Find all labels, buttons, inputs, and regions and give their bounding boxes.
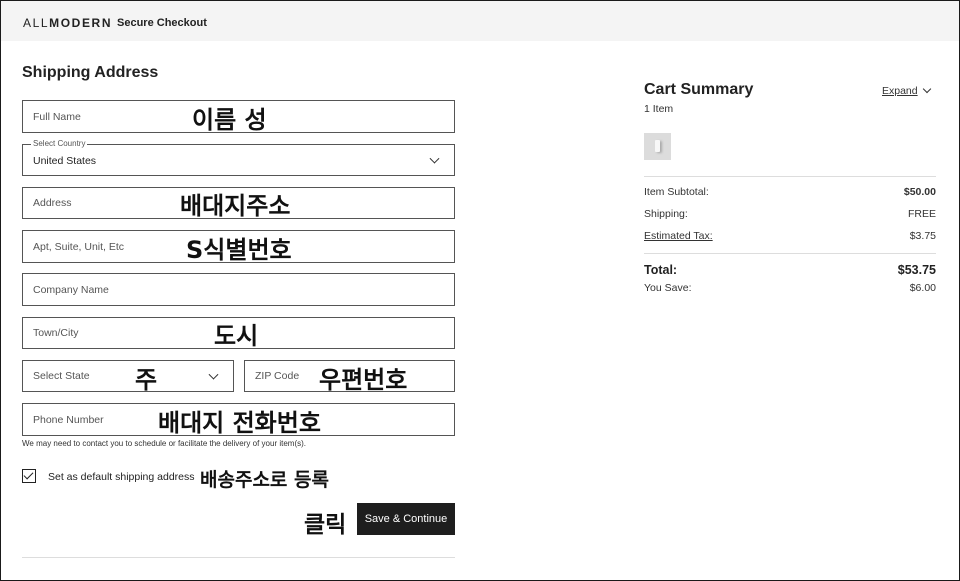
cart-summary-heading: Cart Summary — [644, 81, 754, 98]
phone-number-annotation: 배대지 전화번호 — [158, 409, 321, 437]
phone-helper-text: We may need to contact you to schedule o… — [22, 439, 306, 448]
state-select-placeholder: Select State — [33, 370, 90, 382]
allmodern-logo[interactable]: ALLMODERN — [23, 16, 112, 30]
estimated-tax-link[interactable]: Estimated Tax: — [644, 230, 713, 242]
full-name-placeholder: Full Name — [33, 110, 81, 123]
chevron-down-icon — [208, 369, 219, 380]
country-select-label: Select Country — [31, 139, 88, 148]
default-address-label[interactable]: Set as default shipping address — [48, 471, 195, 483]
save-continue-button[interactable]: Save & Continue — [357, 503, 455, 535]
default-address-annotation: 배송주소로 등록 — [200, 469, 329, 491]
estimated-tax-value: $3.75 — [909, 230, 936, 242]
town-city-placeholder: Town/City — [33, 327, 79, 339]
form-bottom-divider — [22, 557, 455, 558]
subtotal-value: $50.00 — [903, 186, 936, 198]
you-save-value: $6.00 — [909, 282, 936, 294]
cart-divider-bottom — [644, 253, 936, 254]
click-annotation: 클릭 — [304, 512, 347, 538]
apt-suite-placeholder: Apt, Suite, Unit, Etc — [33, 240, 125, 253]
expand-link[interactable]: Expand — [882, 85, 918, 97]
zip-code-placeholder: ZIP Code — [255, 370, 300, 382]
chevron-down-icon — [429, 153, 440, 164]
apt-suite-annotation: S식별번호 — [186, 236, 292, 264]
country-select-value: United States — [33, 155, 97, 167]
country-select[interactable]: Select Country United States — [22, 139, 455, 176]
subtotal-label: Item Subtotal: — [644, 186, 709, 198]
total-label: Total: — [644, 263, 678, 277]
total-value: $53.75 — [897, 263, 936, 277]
company-name-placeholder: Company Name — [33, 283, 109, 296]
top-header: ALLMODERN Secure Checkout — [1, 1, 959, 41]
cart-item-count: 1 Item — [644, 103, 674, 115]
logo-bold-text: MODERN — [49, 16, 113, 30]
product-thumbnail[interactable] — [644, 133, 671, 160]
address-annotation: 배대지주소 — [180, 192, 291, 220]
full-name-annotation: 이름 성 — [192, 106, 267, 134]
shipping-value: FREE — [907, 208, 936, 220]
zip-code-annotation: 우편번호 — [319, 366, 408, 394]
state-annotation: 주 — [135, 366, 158, 394]
cart-divider-top — [644, 176, 936, 177]
company-name-input[interactable]: Company Name — [22, 273, 455, 306]
shipping-address-heading: Shipping Address — [22, 64, 159, 81]
you-save-label: You Save: — [644, 282, 692, 294]
shipping-label: Shipping: — [644, 208, 688, 220]
phone-number-placeholder: Phone Number — [33, 413, 104, 426]
logo-light-text: ALL — [23, 16, 50, 30]
state-select[interactable]: Select State — [22, 360, 234, 392]
address-placeholder: Address — [33, 197, 72, 209]
product-image — [655, 140, 660, 152]
secure-checkout-title: Secure Checkout — [117, 17, 207, 29]
town-city-annotation: 도시 — [214, 322, 259, 350]
default-address-checkbox[interactable] — [22, 469, 36, 483]
